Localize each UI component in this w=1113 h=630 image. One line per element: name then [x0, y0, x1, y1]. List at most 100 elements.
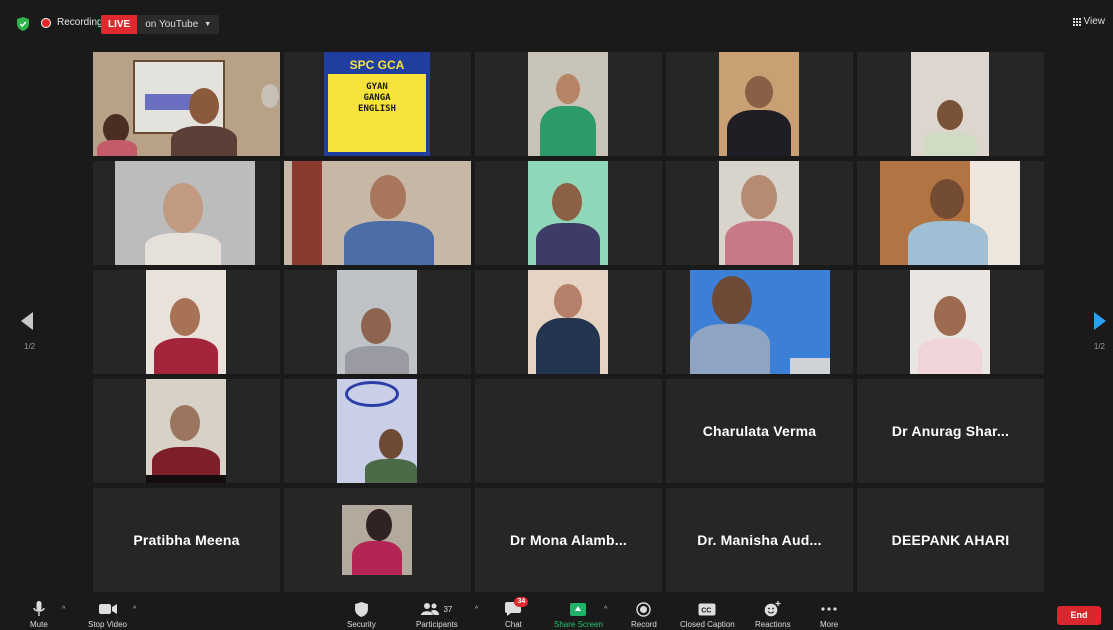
- stop-video-button[interactable]: Stop Video: [88, 600, 127, 629]
- live-destination-dropdown[interactable]: on YouTube ▼: [137, 15, 220, 34]
- participant-name-tile[interactable]: Charulata Verma: [666, 379, 853, 483]
- participant-name: Charulata Verma: [702, 423, 817, 439]
- participant-video-tile[interactable]: [857, 270, 1044, 374]
- participants-button[interactable]: 37 Participants: [416, 600, 458, 629]
- video-options-caret-icon[interactable]: ^: [133, 606, 136, 613]
- view-button[interactable]: View: [1072, 16, 1106, 27]
- participant-video: [342, 505, 412, 575]
- live-destination-label: on YouTube: [145, 19, 199, 30]
- participant-video-tile[interactable]: [857, 161, 1044, 265]
- share-screen-label: Share Screen: [554, 620, 603, 629]
- closed-caption-button[interactable]: CC Closed Caption: [680, 600, 735, 629]
- participant-video-tile[interactable]: [93, 161, 280, 265]
- reactions-label: Reactions: [755, 620, 791, 629]
- participant-video: [528, 52, 608, 156]
- participant-video: [284, 161, 471, 265]
- recording-dot-icon: [41, 18, 51, 28]
- participants-label: Participants: [416, 620, 458, 629]
- participant-video: [337, 379, 417, 483]
- participant-name-tile[interactable]: Dr. Manisha Aud...: [666, 488, 853, 592]
- closed-caption-label: Closed Caption: [680, 620, 735, 629]
- participant-name-tile[interactable]: Pratibha Meena: [93, 488, 280, 592]
- logo-title: SPC GCA: [328, 56, 426, 74]
- live-badge: LIVE: [101, 15, 138, 34]
- chat-button[interactable]: 34 Chat: [505, 597, 529, 629]
- share-screen-button[interactable]: Share Screen: [554, 600, 603, 629]
- participant-video: [337, 270, 417, 374]
- participant-name: DEEPANK AHARI: [891, 532, 1010, 548]
- participant-video: [115, 161, 255, 265]
- participant-video-tile[interactable]: [475, 52, 662, 156]
- share-screen-arrow-icon: [570, 602, 587, 616]
- participant-video-tile[interactable]: [666, 52, 853, 156]
- mute-label: Mute: [30, 620, 48, 629]
- participant-video-tile[interactable]: [284, 488, 471, 592]
- participant-name: Pratibha Meena: [133, 532, 240, 548]
- grid-view-icon: [1072, 17, 1081, 26]
- chat-unread-badge: 34: [514, 597, 529, 607]
- share-screen-icon-wrap: [570, 600, 587, 618]
- recording-label[interactable]: Recording: [57, 17, 103, 28]
- participant-video-tile[interactable]: [666, 161, 853, 265]
- svg-text:CC: CC: [702, 607, 712, 614]
- participant-video: [528, 161, 608, 265]
- chat-bubble-icon: 34: [505, 597, 529, 618]
- meeting-top-bar: Recording LIVE on YouTube ▼ View: [0, 0, 1113, 48]
- share-options-caret-icon[interactable]: ^: [604, 606, 607, 613]
- participant-name: Dr Mona Alamb...: [509, 532, 628, 548]
- participant-video: [146, 270, 226, 374]
- participant-video-tile[interactable]: [284, 379, 471, 483]
- logo-line: ENGLISH: [358, 104, 396, 114]
- microphone-icon: [33, 600, 45, 618]
- participant-video: [528, 270, 608, 374]
- participant-video: [719, 52, 799, 156]
- more-button[interactable]: More: [820, 600, 838, 629]
- participant-video-tile[interactable]: [93, 379, 280, 483]
- mute-button[interactable]: Mute: [30, 600, 48, 629]
- view-label: View: [1083, 16, 1106, 27]
- participant-video-tile[interactable]: [284, 161, 471, 265]
- participant-video-tile[interactable]: [475, 270, 662, 374]
- participant-video-tile[interactable]: SPC GCA GYAN GANGA ENGLISH: [284, 52, 471, 156]
- next-page-arrow-icon[interactable]: [1094, 312, 1106, 330]
- participant-tile-empty[interactable]: [475, 379, 662, 483]
- participants-count: 37: [443, 604, 453, 614]
- smiley-plus-icon: [764, 600, 781, 618]
- participants-icon: 37: [421, 600, 452, 618]
- security-label: Security: [347, 620, 376, 629]
- participant-name: Dr. Manisha Aud...: [697, 532, 822, 548]
- participant-video-tile[interactable]: [93, 52, 280, 156]
- gallery-view: SPC GCA GYAN GANGA ENGLISH Charulata Ver…: [93, 52, 1044, 592]
- page-indicator-right: 1/2: [1093, 342, 1105, 351]
- security-shield-icon: [355, 600, 368, 618]
- record-icon: [636, 600, 652, 618]
- participant-video: [690, 270, 830, 374]
- participant-video-tile[interactable]: [475, 161, 662, 265]
- record-label: Record: [631, 620, 657, 629]
- previous-page-arrow-icon[interactable]: [21, 312, 33, 330]
- participant-video-tile[interactable]: [857, 52, 1044, 156]
- participant-name-tile[interactable]: DEEPANK AHARI: [857, 488, 1044, 592]
- meeting-controls-toolbar: Mute ^ Stop Video ^ Security 37 Particip…: [0, 597, 1113, 630]
- participant-name-tile[interactable]: Dr Anurag Shar...: [857, 379, 1044, 483]
- participant-name: Dr Anurag Shar...: [891, 423, 1010, 439]
- participant-video-tile[interactable]: [284, 270, 471, 374]
- shield-icon[interactable]: [17, 17, 29, 31]
- participants-options-caret-icon[interactable]: ^: [475, 606, 478, 613]
- end-meeting-button[interactable]: End: [1057, 606, 1101, 625]
- participant-logo-video: SPC GCA GYAN GANGA ENGLISH: [324, 52, 430, 156]
- live-stream-indicator[interactable]: LIVE on YouTube ▼: [101, 15, 220, 34]
- more-dots-icon: [821, 600, 837, 618]
- reactions-button[interactable]: Reactions: [755, 600, 791, 629]
- chat-label: Chat: [505, 620, 522, 629]
- audio-options-caret-icon[interactable]: ^: [62, 606, 65, 613]
- stop-video-label: Stop Video: [88, 620, 127, 629]
- logo-line: GYAN: [366, 82, 388, 92]
- security-button[interactable]: Security: [347, 600, 376, 629]
- participant-name-tile[interactable]: Dr Mona Alamb...: [475, 488, 662, 592]
- participant-video-tile[interactable]: [93, 270, 280, 374]
- participant-video-tile[interactable]: [666, 270, 853, 374]
- record-button[interactable]: Record: [631, 600, 657, 629]
- more-label: More: [820, 620, 839, 629]
- logo-line: GANGA: [363, 93, 391, 103]
